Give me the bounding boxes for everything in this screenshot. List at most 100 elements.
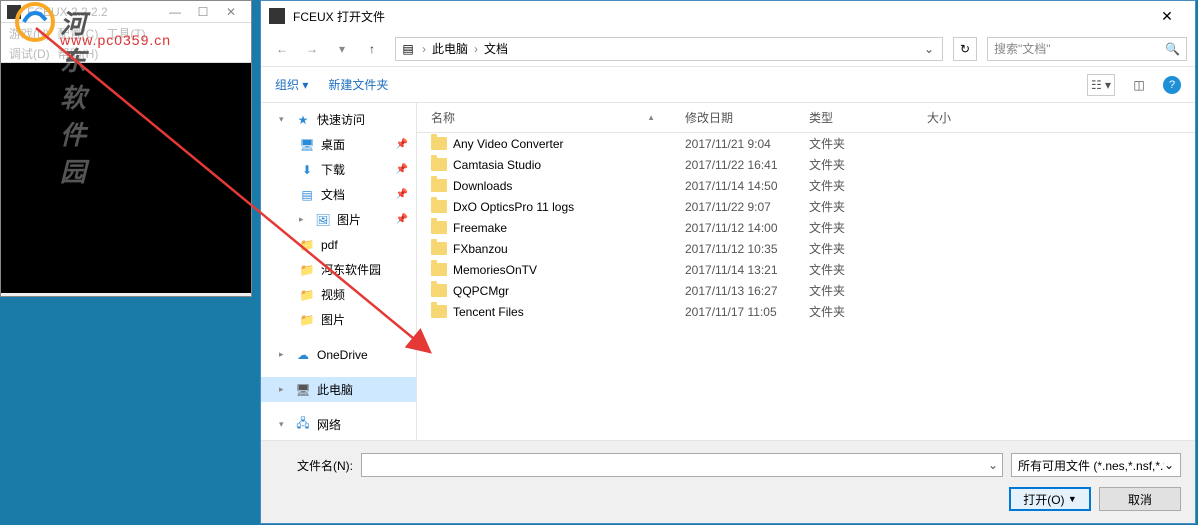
sidebar-pictures2[interactable]: 📁 图片 [261,307,416,332]
file-row[interactable]: Freemake 2017/11/12 14:00 文件夹 [417,217,1195,238]
dropdown-icon[interactable]: ⌄ [988,458,998,472]
chevron-icon: ▾ [279,114,289,125]
sidebar-downloads[interactable]: ⬇ 下载 📌 [261,157,416,182]
view-mode-button[interactable]: ☷ ▾ [1087,74,1115,96]
file-row[interactable]: MemoriesOnTV 2017/11/14 13:21 文件夹 [417,259,1195,280]
folder-icon [431,200,447,213]
filename-input[interactable]: ⌄ [361,453,1003,477]
sidebar-hedong[interactable]: 📁 河东软件园 [261,257,416,282]
desktop-icon: 🖥 [299,137,315,153]
search-icon: 🔍 [1165,42,1180,56]
column-size[interactable]: 大小 [927,109,1007,126]
search-placeholder: 搜索"文档" [994,40,1165,57]
folder-icon: 📁 [299,287,315,303]
sidebar-pdf[interactable]: 📁 pdf [261,232,416,257]
folder-icon [431,137,447,150]
refresh-button[interactable]: ↻ [953,37,977,61]
pin-icon: 📌 [396,214,408,225]
file-date: 2017/11/22 9:07 [685,200,809,214]
nav-history-button[interactable]: ▾ [329,36,355,62]
open-button[interactable]: 打开(O) ▼ [1009,487,1091,511]
sidebar-pictures[interactable]: ▸ 🖼 图片 📌 [261,207,416,232]
open-file-dialog: FCEUX 打开文件 ✕ ← → ▾ ↑ ▤ › 此电脑 › 文档 ⌄ ↻ 搜索… [260,0,1196,524]
menu-tools[interactable]: 工具(T) [102,23,149,43]
file-date: 2017/11/12 10:35 [685,242,809,256]
file-list-header: 名称 ▲ 修改日期 类型 大小 [417,103,1195,133]
filetype-select[interactable]: 所有可用文件 (*.nes,*.nsf,*.fds ⌄ [1011,453,1181,477]
file-row[interactable]: Any Video Converter 2017/11/21 9:04 文件夹 [417,133,1195,154]
file-name: Camtasia Studio [453,158,541,172]
file-row[interactable]: Downloads 2017/11/14 14:50 文件夹 [417,175,1195,196]
folder-icon: 📁 [299,262,315,278]
document-icon: ▤ [299,187,315,203]
filename-row: 文件名(N): ⌄ 所有可用文件 (*.nes,*.nsf,*.fds ⌄ [275,453,1181,477]
file-row[interactable]: QQPCMgr 2017/11/13 16:27 文件夹 [417,280,1195,301]
sidebar-network[interactable]: ▾ 🖧 网络 [261,412,416,437]
picture-icon: 🖼 [315,212,331,228]
nav-up-button[interactable]: ↑ [359,36,385,62]
dialog-app-icon [269,8,285,24]
sidebar-documents[interactable]: ▤ 文档 📌 [261,182,416,207]
file-row[interactable]: Camtasia Studio 2017/11/22 16:41 文件夹 [417,154,1195,175]
breadcrumb-thispc[interactable]: 此电脑 [428,40,472,57]
fceux-app-icon [7,5,21,19]
folder-icon [431,158,447,171]
cancel-button[interactable]: 取消 [1099,487,1181,511]
breadcrumb-doc-icon: ▤ [400,41,416,57]
file-row[interactable]: FXbanzou 2017/11/12 10:35 文件夹 [417,238,1195,259]
file-row[interactable]: Tencent Files 2017/11/17 11:05 文件夹 [417,301,1195,322]
file-name: Any Video Converter [453,137,564,151]
nav-back-button[interactable]: ← [269,36,295,62]
preview-pane-button[interactable]: ◫ [1125,74,1153,96]
file-date: 2017/11/17 11:05 [685,305,809,319]
chevron-icon: ▸ [279,384,289,395]
file-type: 文件夹 [809,135,927,152]
column-type[interactable]: 类型 [809,109,927,126]
search-input[interactable]: 搜索"文档" 🔍 [987,37,1187,61]
sidebar-quickaccess[interactable]: ▾ ★ 快速访问 [261,107,416,132]
newfolder-button[interactable]: 新建文件夹 [328,76,388,93]
organize-button[interactable]: 组织 ▾ [275,76,308,93]
minimize-button[interactable]: — [161,2,189,22]
menu-config[interactable]: 配置(C) [54,23,103,43]
file-type: 文件夹 [809,177,927,194]
breadcrumb-documents[interactable]: 文档 [480,40,512,57]
sidebar-thispc[interactable]: ▸ 🖥 此电脑 [261,377,416,402]
chevron-right-icon: › [472,42,480,56]
dialog-close-button[interactable]: ✕ [1147,2,1187,30]
sidebar-video[interactable]: 📁 视频 [261,282,416,307]
maximize-button[interactable]: ☐ [189,2,217,22]
menu-help[interactable]: 帮助(H) [54,43,103,62]
pin-icon: 📌 [396,189,408,200]
file-date: 2017/11/12 14:00 [685,221,809,235]
file-row[interactable]: DxO OpticsPro 11 logs 2017/11/22 9:07 文件… [417,196,1195,217]
breadcrumb-dropdown[interactable]: ⌄ [920,42,938,56]
help-button[interactable]: ? [1163,76,1181,94]
file-list: 名称 ▲ 修改日期 类型 大小 Any Video Converter 2017… [417,103,1195,440]
dropdown-icon: ⌄ [1164,458,1174,472]
sidebar-desktop[interactable]: 🖥 桌面 📌 [261,132,416,157]
file-name: Freemake [453,221,507,235]
sidebar: ▾ ★ 快速访问 🖥 桌面 📌 ⬇ 下载 📌 ▤ 文档 📌 ▸ 🖼 [261,103,417,440]
file-name: FXbanzou [453,242,508,256]
chevron-icon: ▾ [279,419,289,430]
menu-debug[interactable]: 调试(D) [5,43,54,62]
folder-icon: 📁 [299,237,315,253]
pin-icon: 📌 [396,164,408,175]
menu-game[interactable]: 游戏(N) [5,23,54,43]
pc-icon: 🖥 [295,382,311,398]
file-name: Tencent Files [453,305,524,319]
close-button[interactable]: ✕ [217,2,245,22]
column-date[interactable]: 修改日期 [685,109,809,126]
fceux-menubar: 游戏(N) 配置(C) 工具(T) [1,23,251,43]
nav-forward-button[interactable]: → [299,36,325,62]
star-icon: ★ [295,112,311,128]
file-type: 文件夹 [809,219,927,236]
fceux-title: FCEUX 2.2.2.2 [27,5,161,19]
column-name[interactable]: 名称 ▲ [431,109,685,126]
chevron-icon: ▸ [299,214,309,225]
breadcrumb[interactable]: ▤ › 此电脑 › 文档 ⌄ [395,37,943,61]
file-name: Downloads [453,179,512,193]
fceux-titlebar: FCEUX 2.2.2.2 — ☐ ✕ [1,1,251,23]
sidebar-onedrive[interactable]: ▸ ☁ OneDrive [261,342,416,367]
